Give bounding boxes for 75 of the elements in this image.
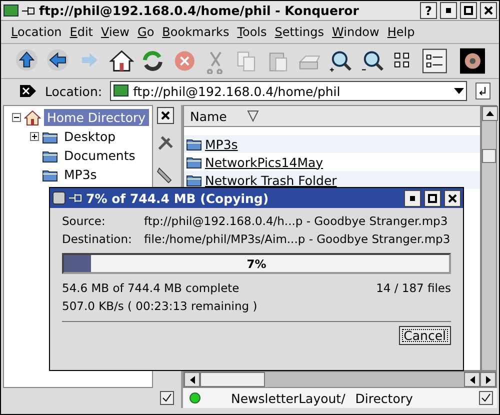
pin-icon[interactable] — [22, 6, 36, 16]
close-button[interactable] — [444, 190, 461, 206]
field-value: file:/home/phil/MP3s/Aim...p - Goodbye Stranger.mp3 — [144, 232, 451, 246]
field-label: Destination: — [62, 232, 133, 246]
menu-item[interactable]: Window — [332, 25, 380, 39]
menu-item[interactable]: Tools — [237, 25, 267, 39]
scroll-left-button[interactable] — [184, 372, 200, 387]
scroll-thumb[interactable] — [482, 149, 496, 163]
status-type: Directory — [355, 390, 414, 406]
maximize-icon — [464, 6, 473, 15]
dropdown-arrow-icon — [454, 88, 464, 94]
clear-icon[interactable] — [19, 84, 37, 98]
tree-item[interactable]: Home Directory — [44, 109, 148, 126]
expand-icon[interactable] — [30, 132, 39, 141]
home-icon[interactable] — [108, 48, 134, 74]
minimize-icon — [410, 196, 415, 200]
gear-icon[interactable] — [460, 48, 485, 74]
field-value: ftp://phil@192.168.0.4/h...p - Goodbye Stranger.mp3 — [144, 214, 449, 228]
scroll-thumb[interactable] — [200, 372, 265, 387]
left-arrow-icon — [470, 376, 474, 384]
close-icon — [484, 6, 493, 15]
sort-icon — [246, 110, 259, 122]
help-button[interactable]: ? — [420, 2, 437, 19]
close-button[interactable] — [157, 107, 174, 124]
folder-icon — [42, 148, 58, 162]
close-icon — [448, 194, 457, 202]
location-label: Location: — [45, 84, 102, 98]
minimize-icon — [446, 8, 451, 13]
close-button[interactable] — [480, 2, 497, 19]
transfer-speed: 507.0 KB/s ( 00:23:13 remaining ) — [62, 299, 258, 313]
dialog-title: 7% of 744.4 MB (Copying) — [86, 190, 270, 206]
menu-item[interactable]: Edit — [70, 25, 94, 39]
up-arrow-icon — [486, 111, 494, 116]
left-arrow-icon — [190, 376, 194, 384]
scroll-right-button[interactable] — [480, 372, 496, 387]
menu-item[interactable]: Settings — [274, 25, 324, 39]
column-header[interactable]: Name — [184, 106, 480, 127]
tree-item[interactable]: Documents — [61, 147, 138, 164]
tree-item[interactable]: MP3s — [61, 166, 100, 183]
file-name[interactable]: MP3s — [205, 136, 238, 152]
menu-item[interactable]: Bookmarks — [162, 25, 230, 39]
menu-item[interactable]: View — [101, 25, 130, 39]
progress-label: 7% — [246, 256, 266, 270]
minimize-button[interactable] — [440, 2, 457, 19]
folder-icon — [42, 168, 58, 182]
list-view-icon[interactable] — [422, 48, 448, 74]
minimize-button[interactable] — [404, 190, 421, 206]
network-icon — [113, 83, 130, 99]
menu-item[interactable]: Location — [11, 25, 62, 39]
network-icon — [3, 2, 19, 18]
window-title: ftp://phil@192.168.0.4/home/phil - Konqueror — [39, 3, 360, 18]
status-dot-icon — [189, 392, 201, 404]
folder-icon — [186, 137, 202, 151]
folder-icon — [42, 130, 58, 144]
menu-item[interactable]: Help — [387, 25, 415, 39]
go-icon[interactable] — [475, 82, 491, 100]
right-arrow-icon — [486, 376, 490, 384]
tree-item[interactable]: Desktop — [61, 128, 119, 145]
file-name[interactable]: NetworkPics14May — [205, 154, 324, 170]
scroll-up-button[interactable] — [482, 106, 498, 121]
scroll-left-button[interactable] — [464, 372, 480, 387]
transferred-size: 54.6 MB of 744.4 MB complete — [62, 281, 240, 295]
maximize-icon — [428, 194, 437, 202]
maximize-button[interactable] — [460, 2, 477, 19]
maximize-button[interactable] — [424, 190, 441, 206]
folder-icon — [186, 173, 202, 187]
cancel-button[interactable]: Cancel — [398, 326, 451, 345]
file-count: 14 / 187 files — [376, 281, 451, 295]
menu-item[interactable]: Go — [138, 25, 154, 39]
location-field[interactable]: ftp://phil@192.168.0.4/home/phil — [110, 81, 467, 101]
house-icon — [24, 110, 41, 126]
status-name: NewsletterLayout/ — [231, 390, 346, 406]
collapse-icon[interactable] — [12, 113, 21, 122]
field-label: Source: — [62, 214, 106, 228]
close-icon — [161, 111, 170, 120]
